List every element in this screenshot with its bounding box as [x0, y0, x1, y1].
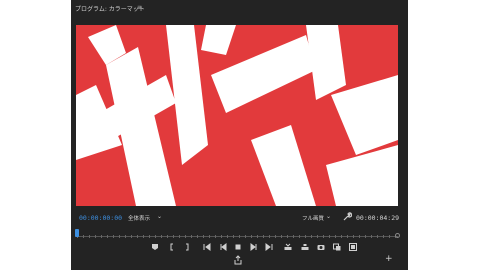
- chevron-down-icon[interactable]: ⌄: [326, 213, 331, 220]
- program-monitor-panel: プログラム: カラーマット ≡ 00:00:00:00 全体表示 ⌄ フル画質 …: [71, 0, 408, 270]
- playhead-handle[interactable]: [75, 229, 79, 237]
- go-to-in-icon[interactable]: [202, 242, 212, 252]
- playback-resolution-select[interactable]: フル画質: [302, 214, 324, 222]
- add-button-icon[interactable]: +: [385, 254, 393, 264]
- video-frame: [76, 25, 398, 206]
- go-to-out-icon[interactable]: [264, 242, 274, 252]
- hamburger-icon[interactable]: ≡: [137, 4, 142, 11]
- timeline-scrubber[interactable]: [75, 229, 400, 241]
- scrubber-end-handle[interactable]: [395, 233, 400, 238]
- duration-timecode: 00:00:04:29: [356, 214, 400, 222]
- mark-in-icon[interactable]: [167, 242, 177, 252]
- zoom-level-select[interactable]: 全体表示: [128, 214, 150, 222]
- panel-title[interactable]: プログラム: カラーマット: [75, 4, 145, 13]
- chevron-down-icon[interactable]: ⌄: [157, 213, 162, 220]
- proxy-icon[interactable]: [348, 242, 358, 252]
- wrench-icon[interactable]: [342, 212, 352, 222]
- scrubber-ticks: [77, 235, 398, 238]
- insert-icon[interactable]: [283, 242, 293, 252]
- export-icon[interactable]: [233, 255, 243, 265]
- current-timecode[interactable]: 00:00:00:00: [79, 214, 122, 222]
- compare-icon[interactable]: [332, 242, 342, 252]
- video-content: [76, 25, 398, 206]
- step-back-icon[interactable]: [218, 242, 228, 252]
- overwrite-icon[interactable]: [300, 242, 310, 252]
- marker-icon[interactable]: [150, 242, 160, 252]
- step-forward-icon[interactable]: [249, 242, 259, 252]
- camera-icon[interactable]: [316, 242, 326, 252]
- mark-out-icon[interactable]: [182, 242, 192, 252]
- stop-icon[interactable]: [233, 242, 243, 252]
